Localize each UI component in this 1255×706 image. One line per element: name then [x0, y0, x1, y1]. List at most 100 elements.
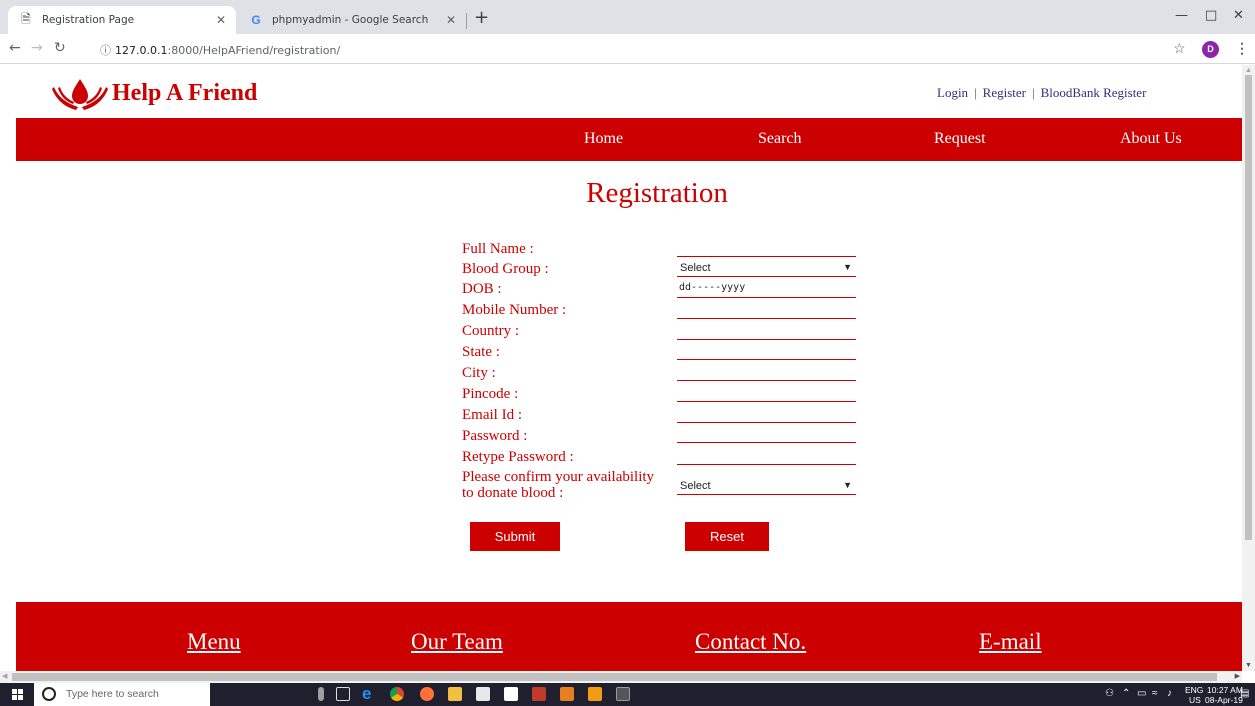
info-icon: ⓘ [100, 44, 111, 57]
forward-icon[interactable]: → [31, 41, 43, 55]
taskbar-search-placeholder: Type here to search [66, 688, 159, 700]
full-name-input[interactable] [677, 237, 856, 257]
sublime-icon[interactable] [588, 687, 602, 701]
state-input[interactable] [677, 340, 856, 360]
mail-icon[interactable] [504, 687, 518, 701]
login-link[interactable]: Login [937, 85, 968, 100]
site-footer: Menu Our Team Contact No. E-mail [16, 602, 1242, 671]
notifications-icon[interactable]: ▤ [1240, 688, 1249, 699]
vertical-scrollbar[interactable]: ▲ ▼ [1242, 65, 1255, 671]
dob-input[interactable]: dd-----yyyy [677, 278, 856, 298]
scroll-down-icon[interactable]: ▼ [1245, 662, 1252, 669]
battery-icon[interactable]: ▭ [1137, 688, 1146, 699]
city-input[interactable] [677, 361, 856, 381]
url-field[interactable]: ⓘ 127.0.0.1:8000/HelpAFriend/registration… [100, 42, 340, 58]
state-label: State : [462, 344, 500, 360]
chevron-down-icon: ▼ [843, 480, 852, 490]
close-window-icon[interactable]: ✕ [1233, 8, 1244, 23]
mobile-label: Mobile Number : [462, 302, 567, 318]
footer-menu-link[interactable]: Menu [187, 629, 241, 655]
microphone-icon[interactable] [318, 687, 324, 701]
clock-date: 08-Apr-19 [1205, 695, 1243, 705]
submit-button[interactable]: Submit [470, 522, 560, 551]
minimize-icon[interactable]: — [1175, 8, 1188, 23]
windows-start-icon[interactable] [12, 689, 24, 701]
footer-our-team-link[interactable]: Our Team [411, 629, 503, 655]
footer-email-link[interactable]: E-mail [979, 629, 1042, 655]
email-label: Email Id : [462, 407, 522, 423]
retype-password-label: Retype Password : [462, 449, 574, 465]
maximize-icon[interactable]: □ [1205, 8, 1217, 23]
availability-label-line2: to donate blood : [462, 485, 564, 501]
mobile-input[interactable] [677, 299, 856, 319]
tab-google-search[interactable]: G phpmyadmin - Google Search ✕ [238, 6, 466, 34]
register-link[interactable]: Register [983, 85, 1026, 100]
close-tab-icon[interactable]: ✕ [216, 13, 226, 27]
browser-tab-bar: 🗎 Registration Page ✕ G phpmyadmin - Goo… [0, 0, 1255, 34]
address-bar: ← → ↻ ⓘ 127.0.0.1:8000/HelpAFriend/regist… [0, 34, 1255, 64]
scroll-left-icon[interactable]: ◀ [2, 672, 7, 680]
scroll-up-icon[interactable]: ▲ [1245, 67, 1252, 74]
tab-separator [466, 13, 467, 29]
horizontal-scrollbar[interactable]: ◀ ▶ [0, 671, 1242, 683]
bookmark-star-icon[interactable]: ☆ [1173, 40, 1186, 57]
site-logo[interactable]: Help A Friend [50, 75, 257, 111]
full-name-label: Full Name : [462, 241, 534, 257]
file-explorer-icon[interactable] [448, 687, 462, 701]
footer-contact-link[interactable]: Contact No. [695, 629, 806, 655]
tab-title: phpmyadmin - Google Search [272, 14, 429, 26]
task-view-icon[interactable] [336, 687, 350, 701]
taskbar-search[interactable]: Type here to search [34, 683, 210, 706]
wifi-icon[interactable]: ≈ [1152, 688, 1158, 699]
email-input[interactable] [677, 403, 856, 423]
tab-registration-page[interactable]: 🗎 Registration Page ✕ [8, 6, 236, 34]
page-viewport: Help A Friend Login | Register | BloodBank R… [0, 65, 1242, 671]
bloodbank-register-link[interactable]: BloodBank Register [1041, 85, 1147, 100]
gift-app-icon[interactable] [532, 687, 546, 701]
dob-label: DOB : [462, 281, 502, 297]
xampp-icon[interactable] [560, 687, 574, 701]
blood-group-select[interactable]: Select ▼ [677, 257, 856, 277]
brand-name: Help A Friend [112, 79, 258, 106]
edge-icon[interactable]: e [362, 684, 376, 703]
new-tab-icon[interactable]: + [474, 9, 489, 27]
scroll-right-icon[interactable]: ▶ [1235, 672, 1240, 680]
password-label: Password : [462, 428, 528, 444]
pincode-label: Pincode : [462, 386, 519, 402]
scroll-thumb[interactable] [1245, 75, 1252, 540]
back-icon[interactable]: ← [9, 41, 21, 55]
main-nav: Home Search Request About Us [16, 118, 1242, 161]
availability-label-line1: Please confirm your availability [462, 469, 655, 485]
tab-title: Registration Page [42, 14, 135, 26]
chrome-icon[interactable] [390, 687, 404, 701]
cortana-icon [42, 687, 56, 701]
volume-icon[interactable]: ♪ [1167, 688, 1172, 699]
chevron-down-icon: ▼ [843, 262, 852, 272]
reset-button[interactable]: Reset [685, 522, 769, 551]
people-icon[interactable]: ⚇ [1105, 688, 1114, 699]
availability-select[interactable]: Select ▼ [677, 475, 856, 495]
scroll-thumb-horizontal[interactable] [12, 673, 1217, 681]
firefox-icon[interactable] [420, 687, 434, 701]
windows-taskbar: Type here to search e ⚇ ⌃ ▭ ≈ ♪ ENG US 1… [0, 683, 1255, 706]
profile-avatar[interactable]: D [1202, 41, 1219, 58]
close-tab-icon[interactable]: ✕ [446, 13, 456, 27]
password-input[interactable] [677, 423, 856, 443]
menu-kebab-icon[interactable]: ⋮ [1235, 40, 1249, 57]
reload-icon[interactable]: ↻ [54, 41, 66, 55]
nav-about-us[interactable]: About Us [1120, 130, 1182, 148]
nav-home[interactable]: Home [584, 130, 623, 148]
nav-request[interactable]: Request [934, 130, 986, 148]
google-icon: G [251, 13, 261, 27]
availability-value: Select [680, 480, 711, 492]
retype-password-input[interactable] [677, 445, 856, 465]
nav-search[interactable]: Search [758, 130, 802, 148]
country-input[interactable] [677, 320, 856, 340]
store-icon[interactable] [476, 687, 490, 701]
tray-chevron-up-icon[interactable]: ⌃ [1122, 688, 1130, 699]
dob-value: dd-----yyyy [679, 282, 746, 293]
clock-time[interactable]: 10:27 AM [1207, 686, 1243, 695]
language-indicator[interactable]: ENG [1185, 686, 1203, 695]
terminal-icon[interactable] [616, 687, 630, 701]
pincode-input[interactable] [677, 382, 856, 402]
